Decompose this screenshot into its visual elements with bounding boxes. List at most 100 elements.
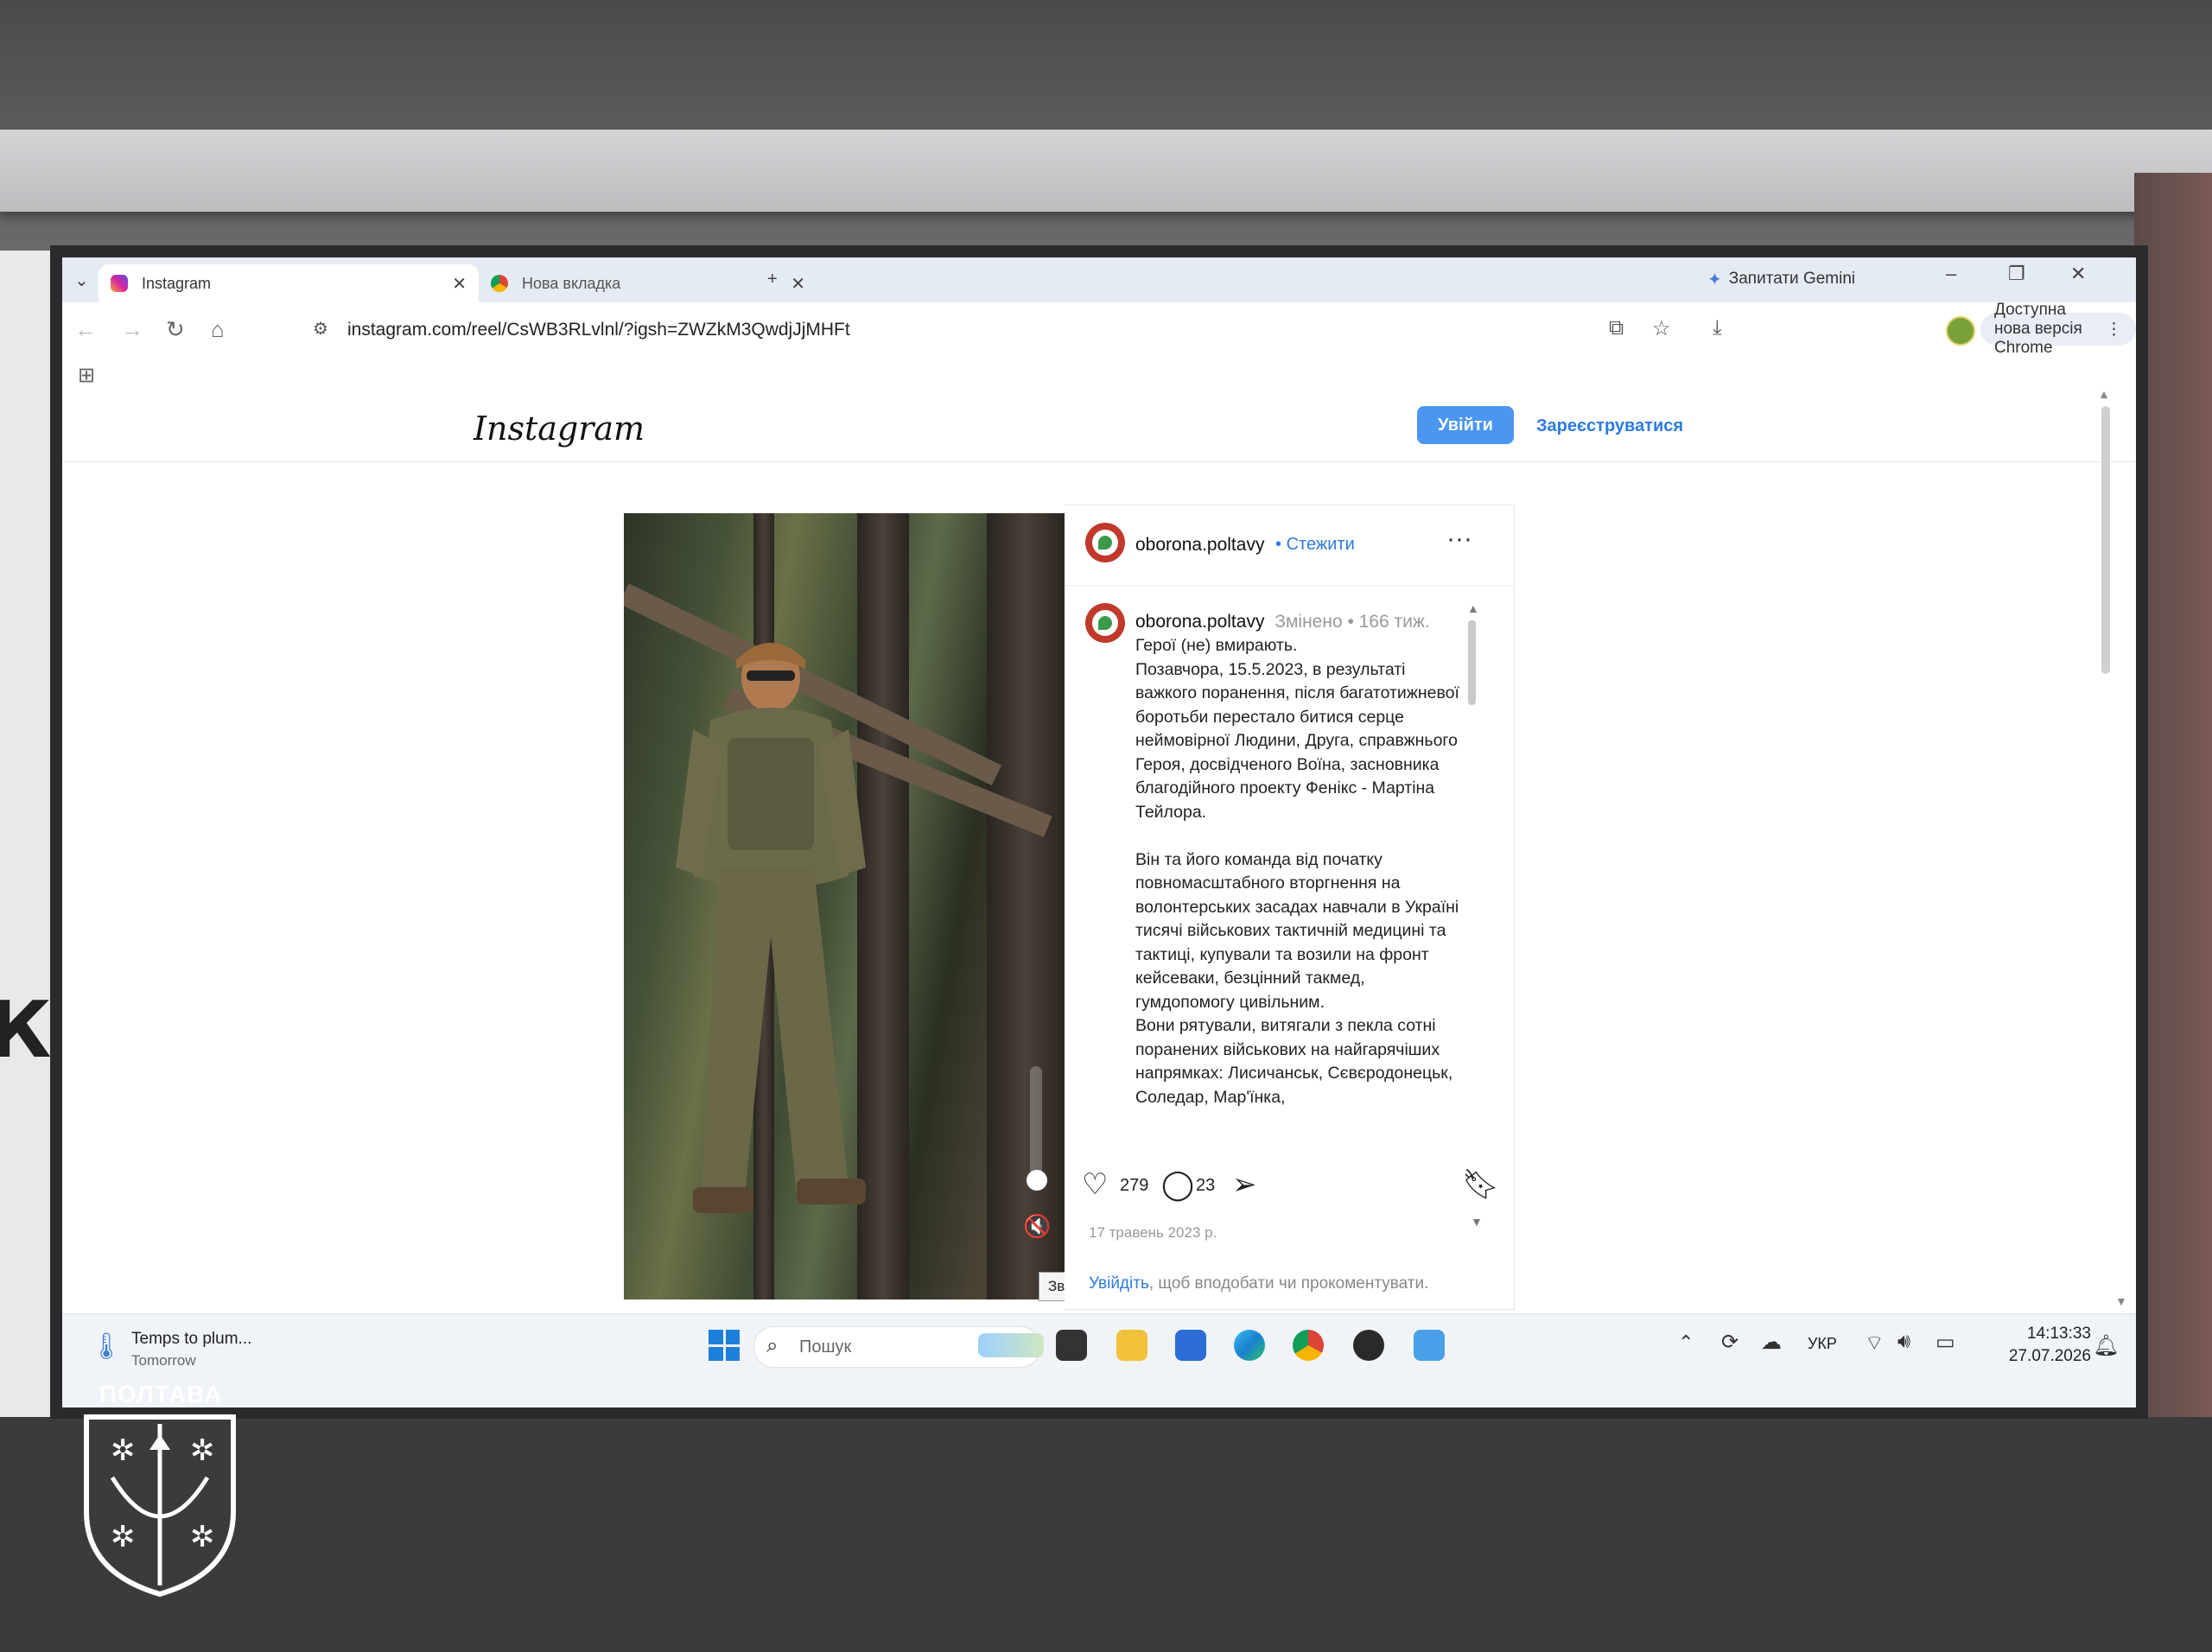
login-prompt-link[interactable]: Увійдіть	[1089, 1274, 1149, 1293]
minimize-icon[interactable]: –	[1946, 263, 1956, 285]
poltava-emblem-logo: ✲ ✲ ✲ ✲	[84, 1414, 236, 1598]
bookmark-star-icon[interactable]: ☆	[1652, 316, 1671, 341]
post-actions: ♡ 279 ◯ 23 ➢ 🔖︎	[1065, 1162, 1514, 1214]
caption-scrollbar[interactable]	[1468, 620, 1476, 705]
wifi-icon[interactable]: ⌔	[1865, 1330, 1885, 1356]
save-bookmark-icon[interactable]: 🔖︎	[1462, 1167, 1499, 1202]
close-icon[interactable]: ✕	[791, 273, 805, 295]
search-icon: ⌕	[766, 1334, 779, 1357]
address-bar[interactable]: instagram.com/reel/CsWB3RLvlnl/?igsh=ZWZ…	[347, 320, 850, 340]
volume-icon[interactable]: 🔊︎	[1897, 1330, 1910, 1354]
instagram-header: Instagram Увійти Зареєструватися	[62, 392, 2136, 462]
page-scroll-down-icon[interactable]: ▼	[2115, 1294, 2127, 1308]
profile-avatar[interactable]	[1946, 316, 1975, 346]
page-scroll-up-icon[interactable]: ▲	[2098, 387, 2110, 401]
post-date: 17 травень 2023 р.	[1089, 1224, 1217, 1241]
post-side-panel: oborona.poltavy • Стежити ··· oborona.po…	[1065, 505, 1515, 1310]
like-count: 279	[1120, 1176, 1149, 1195]
tab-list-chevron-icon[interactable]: ⌄	[74, 270, 89, 291]
language-indicator[interactable]: УКР	[1808, 1335, 1837, 1353]
follow-link[interactable]: • Стежити	[1275, 535, 1355, 555]
chrome-update-button[interactable]: Доступна нова версія Chrome ⋮	[1980, 301, 2136, 357]
task-view-icon[interactable]	[1056, 1330, 1087, 1361]
comment-count: 23	[1196, 1176, 1216, 1195]
edge-icon[interactable]	[1234, 1330, 1265, 1361]
signup-link[interactable]: Зареєструватися	[1536, 416, 1683, 436]
reload-icon[interactable]: ↻	[166, 316, 185, 343]
sync-icon[interactable]: ⟳	[1721, 1330, 1738, 1355]
volume-slider[interactable]	[1030, 1066, 1042, 1187]
gemini-label: Запитати Gemini	[1728, 270, 1856, 288]
svg-text:✲: ✲	[111, 1433, 136, 1468]
back-icon[interactable]: ←	[74, 316, 97, 343]
search-placeholder: Пошук	[799, 1337, 852, 1357]
chrome-taskbar-icon[interactable]	[1293, 1330, 1324, 1361]
close-icon[interactable]: ✕	[452, 273, 467, 295]
caption-avatar[interactable]	[1085, 603, 1125, 643]
svg-text:✲: ✲	[190, 1433, 215, 1468]
caption-username[interactable]: oborona.poltavy	[1135, 612, 1264, 632]
home-icon[interactable]: ⌂	[211, 316, 225, 343]
reel-video[interactable]	[624, 513, 1065, 1299]
caption-meta: Змінено • 166 тиж.	[1274, 612, 1430, 632]
tray-overflow-chevron-icon[interactable]: ⌃	[1678, 1331, 1694, 1354]
clock-time[interactable]: 14:13:33	[2005, 1325, 2091, 1344]
instagram-icon	[111, 275, 128, 292]
start-button[interactable]	[709, 1330, 740, 1361]
caption-scroll-up-icon[interactable]: ▲	[1467, 601, 1479, 615]
gemini-button[interactable]: ✦ Запитати Gemini	[1707, 264, 1855, 294]
more-options-icon[interactable]: ···	[1446, 524, 1472, 554]
store-icon[interactable]	[1175, 1330, 1206, 1361]
browser-toolbar: ← → ↻ ⌂ ⚙ instagram.com/reel/CsWB3RLvlnl…	[62, 301, 2136, 358]
chrome-icon	[491, 275, 508, 292]
room-wall	[0, 1417, 2212, 1652]
clock-date[interactable]: 27.07.2026	[1987, 1347, 2091, 1366]
cloud-icon[interactable]: ☁	[1761, 1330, 1782, 1355]
search-highlight-image[interactable]	[978, 1333, 1044, 1357]
update-label: Доступна нова версія Chrome	[1994, 301, 2082, 357]
follow-label: Стежити	[1286, 535, 1355, 554]
page-scrollbar[interactable]	[2101, 406, 2110, 674]
restore-icon[interactable]: ❐	[2008, 263, 2025, 285]
browser-tab-bar: ⌄ Instagram ✕ Нова вкладка ✕ + ✦ Запитат…	[62, 257, 2136, 302]
photos-icon[interactable]	[1414, 1330, 1445, 1361]
install-app-icon[interactable]: ⧉	[1609, 316, 1624, 340]
instagram-logo[interactable]: Instagram	[474, 410, 645, 448]
share-icon[interactable]: ➢	[1232, 1167, 1257, 1202]
weather-widget-title[interactable]: Temps to plum...	[131, 1330, 251, 1349]
site-settings-icon[interactable]: ⚙	[313, 318, 328, 340]
battery-icon[interactable]: ▭	[1936, 1330, 1955, 1355]
close-window-icon[interactable]: ✕	[2070, 263, 2086, 285]
login-prompt: Увійдіть, щоб вподобати чи прокоментуват…	[1089, 1274, 1429, 1293]
like-heart-icon[interactable]: ♡	[1082, 1167, 1108, 1202]
volume-slider-knob[interactable]	[1027, 1170, 1047, 1191]
forward-icon[interactable]: →	[121, 316, 143, 343]
tab-instagram[interactable]: Instagram ✕	[99, 264, 479, 302]
svg-text:✲: ✲	[111, 1520, 136, 1554]
instagram-page: Instagram Увійти Зареєструватися 🔇 Звук …	[62, 387, 2136, 1313]
soldier-figure	[676, 643, 866, 1213]
tree-trunk	[987, 513, 1065, 1299]
new-tab-button[interactable]: +	[767, 270, 778, 289]
download-icon[interactable]: ⤓	[1713, 316, 1722, 340]
media-player-icon[interactable]	[1353, 1330, 1384, 1361]
apps-grid-icon[interactable]: ⊞	[78, 363, 95, 388]
wall-board: КИ	[0, 251, 117, 1426]
comment-icon[interactable]: ◯	[1161, 1167, 1194, 1202]
windows-taskbar: 🌡︎ Temps to plum... Tomorrow ⌕ Пошук ⌃ ⟳…	[62, 1313, 2136, 1407]
svg-text:✲: ✲	[190, 1520, 215, 1554]
tab-label: Нова вкладка	[522, 274, 621, 292]
author-username[interactable]: oborona.poltavy	[1135, 535, 1264, 556]
room-edge	[2134, 173, 2212, 1469]
bookmarks-bar: ⊞	[62, 358, 2136, 392]
file-explorer-icon[interactable]	[1116, 1330, 1147, 1361]
speaker-muted-icon[interactable]: 🔇	[1023, 1213, 1051, 1240]
caption-header: oborona.poltavy Змінено • 166 тиж.	[1135, 612, 1430, 632]
weather-widget-subtitle: Tomorrow	[131, 1352, 196, 1369]
author-avatar[interactable]	[1085, 523, 1125, 562]
login-button[interactable]: Увійти	[1417, 406, 1514, 444]
caption-scroll-down-icon[interactable]: ▼	[1471, 1215, 1483, 1229]
notification-bell-icon[interactable]: 🔔︎	[2093, 1333, 2119, 1358]
thermometer-icon[interactable]: 🌡︎	[90, 1331, 123, 1362]
more-vertical-icon[interactable]: ⋮	[2106, 320, 2122, 340]
